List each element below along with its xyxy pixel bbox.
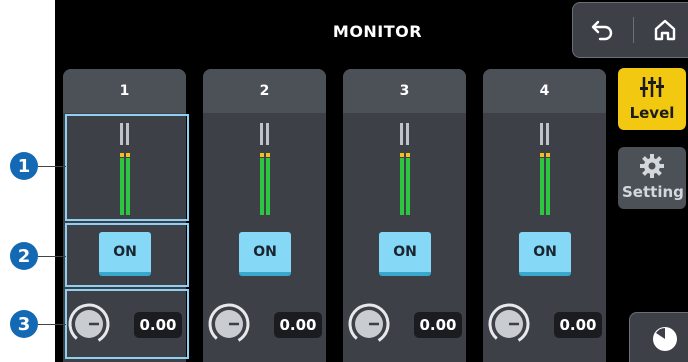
callout-leader-2 [38,256,66,257]
channel-strip-2: 2 ON 0.00 [203,69,326,362]
back-arrow-icon [591,20,613,41]
faders-icon [640,77,664,97]
nav-button-group [572,2,688,58]
callout-leader-3 [38,324,66,325]
on-button-highlight-box [65,223,189,287]
on-button[interactable]: ON [379,232,431,276]
channel-label: 4 [483,69,606,113]
level-knob[interactable] [207,302,251,346]
channel-strip-4: 4 ON 0.00 [483,69,606,362]
callout-leader-1 [38,166,66,167]
callout-marker-1: 1 [10,152,38,180]
level-meter [400,123,410,215]
level-meter [540,123,550,215]
back-button[interactable] [581,11,625,49]
nav-divider [633,17,634,43]
level-knob[interactable] [347,302,391,346]
on-button[interactable]: ON [519,232,571,276]
timer-icon [653,327,677,351]
gear-icon [640,154,664,178]
channel-strip-3: 3 ON 0.00 [343,69,466,362]
channel-label: 1 [63,69,186,113]
level-value: 0.00 [414,312,462,338]
level-knob[interactable] [487,302,531,346]
channel-label: 3 [343,69,466,113]
home-icon [654,19,676,41]
knob-highlight-box [65,289,189,359]
meter-highlight-box [65,114,189,221]
channel-label: 2 [203,69,326,113]
callout-marker-3: 3 [10,310,38,338]
tab-setting[interactable]: Setting [618,147,686,209]
tab-level[interactable]: Level [618,68,686,130]
timer-button[interactable] [629,312,688,362]
level-meter [260,123,270,215]
tab-setting-label: Setting [622,183,684,201]
level-value: 0.00 [274,312,322,338]
home-button[interactable] [643,11,687,49]
level-value: 0.00 [554,312,602,338]
tab-level-label: Level [629,104,675,122]
callout-marker-2: 2 [10,242,38,270]
on-button[interactable]: ON [239,232,291,276]
